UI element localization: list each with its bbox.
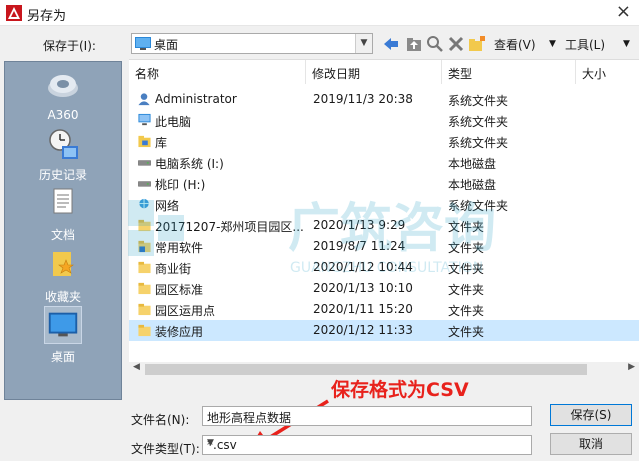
chevron-down-icon[interactable]: ▼ — [549, 39, 556, 49]
up-folder-icon[interactable] — [405, 35, 423, 53]
file-type: 文件夹 — [448, 304, 485, 318]
file-type-label: 文件类型(T): — [131, 442, 200, 456]
file-name: 库 — [155, 136, 168, 150]
column-header-name[interactable]: ︿ 名称 — [129, 60, 306, 84]
folder-icon — [138, 324, 151, 337]
annotation-text: 保存格式为CSV — [331, 379, 469, 401]
file-modified: 2020/1/13 10:10 — [313, 281, 413, 295]
cancel-button[interactable]: 取消 — [550, 433, 632, 455]
chevron-down-icon[interactable]: ▼ — [207, 438, 528, 448]
file-type: 文件夹 — [448, 325, 485, 339]
file-modified: 2020/1/12 11:33 — [313, 323, 413, 337]
chevron-down-icon[interactable]: ▼ — [623, 39, 630, 49]
file-type: 文件夹 — [448, 283, 485, 297]
file-row[interactable]: 园区标准 2020/1/13 10:10 文件夹 — [129, 278, 639, 299]
place-favorites[interactable]: 收藏夹 — [5, 246, 121, 304]
file-name-label: 文件名(N): — [131, 413, 190, 427]
column-header-modified[interactable]: 修改日期 — [306, 60, 442, 84]
file-name-input[interactable]: 地形高程点数据 — [202, 406, 532, 426]
delete-icon[interactable] — [447, 35, 465, 53]
search-web-icon[interactable] — [426, 35, 444, 53]
place-label: A360 — [47, 108, 79, 122]
user-folder-icon — [138, 93, 150, 106]
a360-icon — [48, 75, 78, 97]
autocad-logo-icon — [6, 5, 22, 21]
scroll-right-icon[interactable]: ▶ — [628, 362, 635, 372]
file-modified: 2019/11/3 20:38 — [313, 92, 413, 106]
file-type: 系统文件夹 — [448, 94, 509, 108]
file-modified: 2020/1/11 15:20 — [313, 302, 413, 316]
file-row[interactable]: 装修应用 2020/1/12 11:33 文件夹 — [129, 320, 639, 341]
close-icon[interactable]: × — [616, 2, 631, 22]
back-arrow-icon[interactable] — [382, 35, 400, 53]
file-name: 园区运用点 — [155, 304, 216, 318]
place-desktop[interactable]: 桌面 — [5, 306, 121, 366]
place-label: 桌面 — [50, 350, 75, 364]
save-in-label: 保存于(I): — [43, 39, 96, 53]
place-label: 历史记录 — [38, 168, 87, 182]
file-row[interactable]: 此电脑 系统文件夹 — [129, 110, 639, 131]
place-history[interactable]: 历史记录 — [5, 126, 121, 182]
file-name: 此电脑 — [155, 115, 192, 129]
place-documents[interactable]: 文档 — [5, 186, 121, 242]
scrollbar-thumb[interactable] — [145, 364, 587, 375]
history-icon — [49, 129, 78, 159]
drive-icon — [138, 160, 151, 166]
file-name: Administrator — [155, 92, 237, 106]
window-title: 另存为 — [27, 9, 67, 24]
documents-icon — [53, 188, 73, 214]
file-name: 装修应用 — [155, 325, 204, 339]
view-menu[interactable]: 查看(V) — [494, 36, 536, 53]
watermark-subtitle: GUANGZHU CONSULTATION — [290, 260, 483, 276]
library-icon — [138, 135, 151, 148]
place-label: 文档 — [50, 228, 75, 242]
save-in-dropdown[interactable]: 桌面 ▼ — [131, 33, 373, 54]
desktop-icon — [135, 37, 151, 50]
save-in-value: 桌面 — [154, 38, 179, 52]
file-row[interactable]: Administrator 2019/11/3 20:38 系统文件夹 — [129, 89, 639, 110]
file-row[interactable]: 电脑系统 (I:) 本地磁盘 — [129, 152, 639, 173]
save-button[interactable]: 保存(S) — [550, 404, 632, 426]
watermark-title: 广筑咨询 — [288, 199, 496, 259]
file-type: 系统文件夹 — [448, 136, 509, 150]
computer-icon — [138, 113, 151, 126]
place-a360[interactable]: A360 — [5, 64, 121, 122]
tools-menu[interactable]: 工具(L) — [565, 36, 605, 53]
scroll-left-icon[interactable]: ◀ — [133, 362, 140, 372]
desktop-icon — [44, 306, 82, 344]
column-header-type[interactable]: 类型 — [442, 60, 576, 84]
file-type: 本地磁盘 — [448, 157, 497, 171]
chevron-down-icon[interactable]: ▼ — [355, 34, 372, 53]
file-row[interactable]: 园区运用点 2020/1/11 15:20 文件夹 — [129, 299, 639, 320]
title-bar: 另存为 × — [0, 0, 639, 26]
file-row[interactable]: 库 系统文件夹 — [129, 131, 639, 152]
file-name: 电脑系统 (I:) — [155, 157, 224, 171]
places-bar: A360 历史记录 文档 收藏夹 桌面 — [4, 61, 122, 400]
favorites-icon — [53, 252, 74, 276]
new-folder-icon[interactable] — [468, 35, 486, 53]
watermark-logo: 广筑咨询 GUANGZHU CONSULTATION — [128, 199, 496, 276]
folder-icon — [138, 303, 151, 316]
file-type-dropdown[interactable]: *.csv ▼ — [202, 435, 532, 455]
file-type: 系统文件夹 — [448, 115, 509, 129]
folder-icon — [138, 282, 151, 295]
column-header-size[interactable]: 大小 — [576, 60, 639, 84]
drive-icon — [138, 181, 151, 187]
place-label: 收藏夹 — [44, 290, 81, 304]
file-name: 园区标准 — [155, 283, 204, 297]
